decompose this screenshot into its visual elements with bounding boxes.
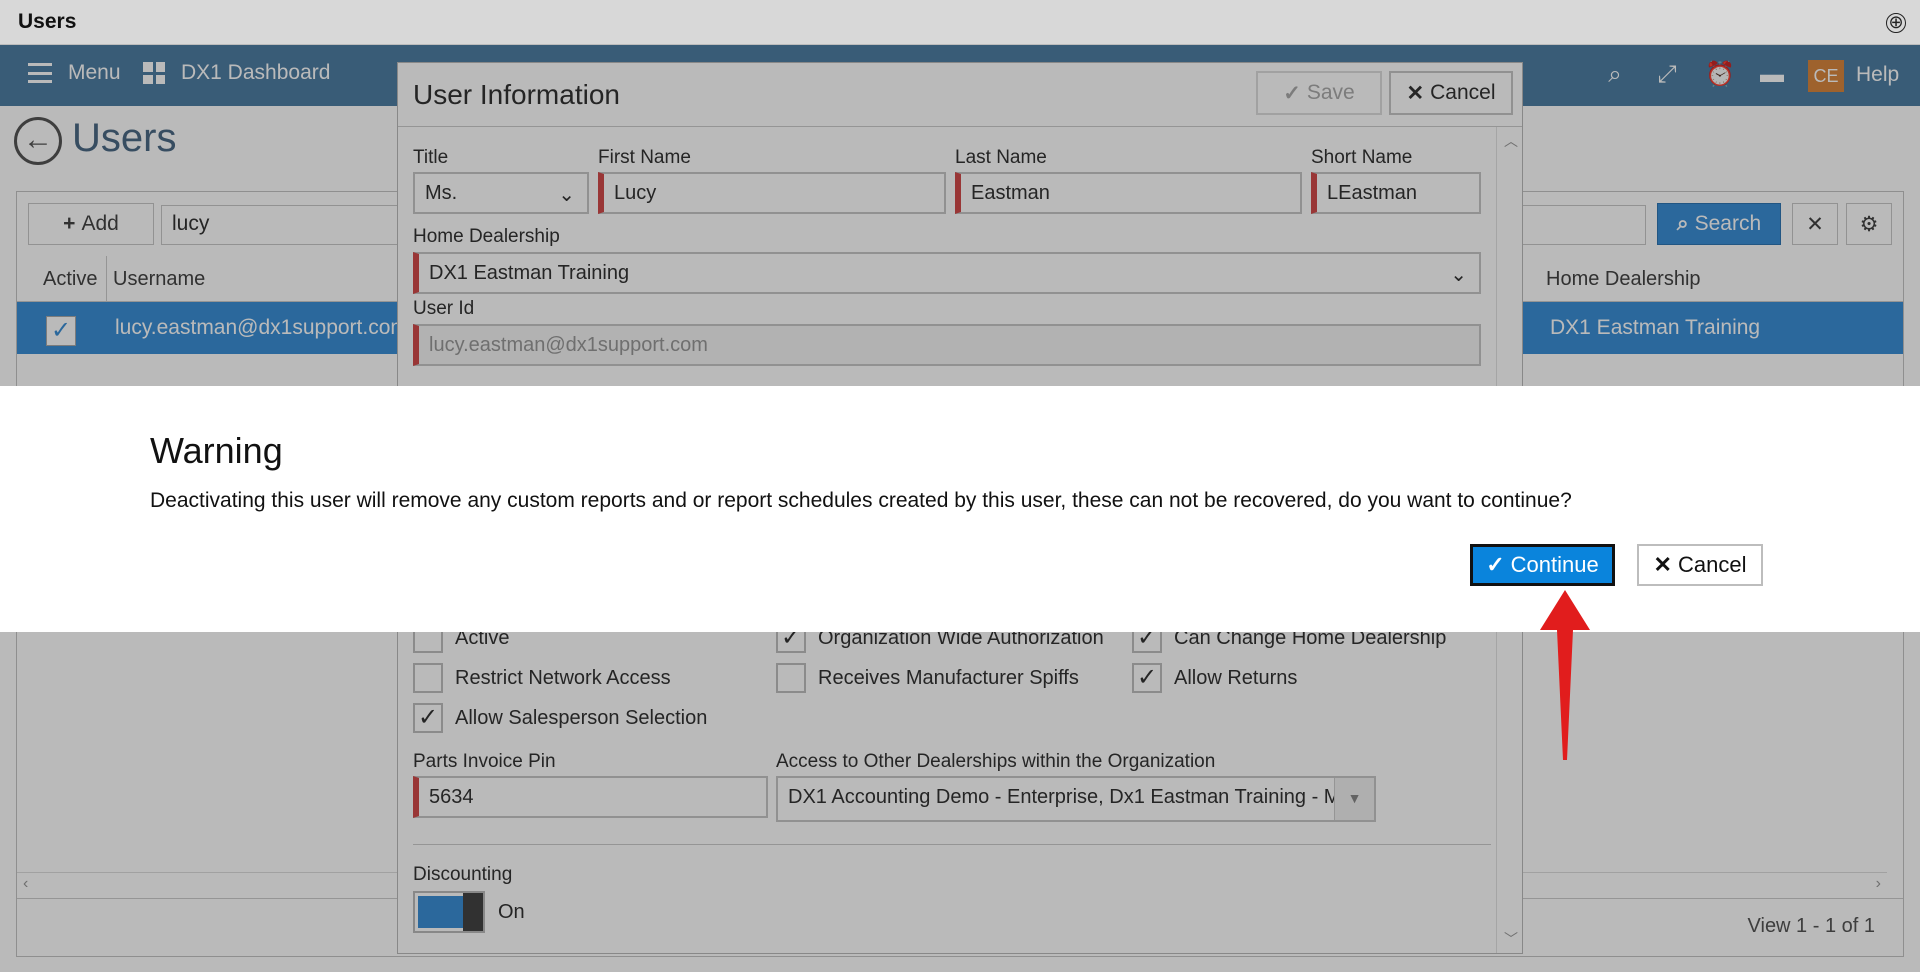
window-title-bar: Users ⊕ [0, 0, 1920, 45]
close-icon: ✕ [1653, 552, 1672, 577]
window-title: Users [18, 10, 77, 33]
warning-cancel-button[interactable]: ✕ Cancel [1637, 544, 1763, 586]
warning-dialog: Warning Deactivating this user will remo… [0, 386, 1920, 632]
annotation-arrow-icon [1540, 590, 1590, 760]
warning-message: Deactivating this user will remove any c… [150, 489, 1572, 512]
warning-title: Warning [150, 430, 283, 471]
add-window-icon[interactable]: ⊕ [1886, 13, 1906, 33]
warning-cancel-label: Cancel [1677, 552, 1747, 577]
continue-label: Continue [1510, 552, 1599, 577]
continue-button[interactable]: ✓ Continue [1470, 544, 1615, 586]
check-icon: ✓ [1486, 552, 1505, 577]
